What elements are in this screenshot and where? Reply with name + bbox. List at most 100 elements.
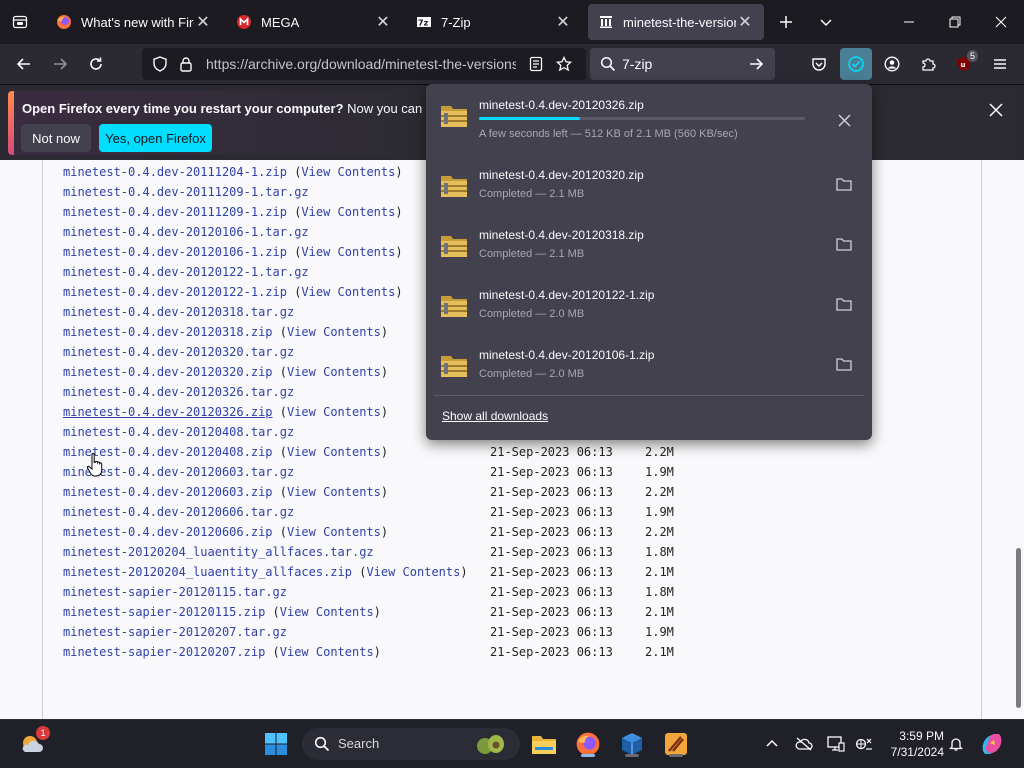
open-app-indicator	[669, 754, 683, 757]
tab-mega[interactable]: MEGA ✕	[226, 4, 402, 40]
system-clock[interactable]: 3:59 PM 7/31/2024	[880, 728, 944, 760]
firefox-taskbar-button[interactable]	[572, 728, 604, 760]
tab-7zip[interactable]: 7z 7-Zip ✕	[406, 4, 582, 40]
list-all-tabs-button[interactable]	[810, 6, 842, 38]
file-explorer-button[interactable]	[528, 728, 560, 760]
shield-icon[interactable]	[152, 56, 168, 72]
show-all-downloads-link[interactable]: Show all downloads	[442, 409, 548, 423]
search-query-text[interactable]: 7-zip	[622, 56, 652, 72]
tab-close-icon[interactable]: ✕	[736, 13, 754, 31]
file-link[interactable]: minetest-0.4.dev-20120606.zip	[63, 525, 273, 539]
download-item[interactable]: minetest-0.4.dev-20120326.zip A few seco…	[426, 84, 872, 144]
show-in-folder-button[interactable]	[832, 232, 856, 256]
yes-open-firefox-button[interactable]: Yes, open Firefox	[99, 124, 212, 152]
new-tab-button[interactable]	[770, 6, 802, 38]
file-link[interactable]: minetest-0.4.dev-20120320.tar.gz	[63, 345, 294, 359]
scrollbar-thumb[interactable]	[1016, 548, 1021, 708]
tab-close-icon[interactable]: ✕	[374, 13, 392, 31]
url-text[interactable]: https://archive.org/download/minetest-th…	[206, 56, 516, 72]
file-link[interactable]: minetest-0.4.dev-20120326.zip	[63, 405, 273, 419]
pocket-button[interactable]	[803, 48, 835, 80]
view-contents-link[interactable]: View Contents	[366, 565, 460, 579]
download-item[interactable]: minetest-0.4.dev-20120320.zip Completed …	[426, 154, 872, 214]
show-in-folder-button[interactable]	[832, 172, 856, 196]
file-link[interactable]: minetest-0.4.dev-20120318.zip	[63, 325, 273, 339]
search-bar[interactable]: 7-zip	[590, 48, 775, 80]
view-contents-link[interactable]: View Contents	[287, 445, 381, 459]
file-link[interactable]: minetest-0.4.dev-20120320.zip	[63, 365, 273, 379]
file-link[interactable]: minetest-sapier-20120115.zip	[63, 605, 265, 619]
file-link[interactable]: minetest-0.4.dev-20120408.tar.gz	[63, 425, 294, 439]
start-button[interactable]	[260, 728, 292, 760]
forward-button[interactable]	[44, 48, 76, 80]
tab-minetest-versions[interactable]: minetest-the-versions ✕	[588, 4, 764, 40]
firefox-view-icon	[12, 15, 28, 29]
ublock-origin-button[interactable]: u 5	[948, 48, 980, 80]
notification-close-button[interactable]	[982, 96, 1010, 124]
address-bar[interactable]: https://archive.org/download/minetest-th…	[142, 48, 586, 80]
taskbar-search[interactable]: Search	[302, 728, 520, 760]
downloads-button[interactable]	[840, 48, 872, 80]
show-hidden-icons-button[interactable]	[756, 728, 788, 760]
view-contents-link[interactable]: View Contents	[287, 365, 381, 379]
file-link[interactable]: minetest-sapier-20120115.tar.gz	[63, 585, 287, 599]
onedrive-tray[interactable]	[788, 728, 820, 760]
file-link[interactable]: minetest-0.4.dev-20111209-1.zip	[63, 205, 287, 219]
weather-widget[interactable]: 1	[16, 726, 50, 760]
download-item[interactable]: minetest-0.4.dev-20120106-1.zip Complete…	[426, 334, 872, 394]
file-link[interactable]: minetest-0.4.dev-20120606.tar.gz	[63, 505, 294, 519]
view-contents-link[interactable]: View Contents	[287, 325, 381, 339]
notifications-button[interactable]	[940, 728, 972, 760]
reader-view-icon[interactable]	[528, 56, 544, 72]
view-contents-link[interactable]: View Contents	[287, 525, 381, 539]
firefox-view-button[interactable]	[4, 6, 36, 38]
file-link[interactable]: minetest-20120204_luaentity_allfaces.zip	[63, 565, 352, 579]
file-link[interactable]: minetest-0.4.dev-20120122-1.tar.gz	[63, 265, 309, 279]
view-contents-link[interactable]: View Contents	[280, 645, 374, 659]
arrow-right-icon[interactable]	[748, 56, 764, 72]
tab-strip: What's new with Firefox ✕ MEGA ✕ 7z 7-Zi…	[0, 0, 1024, 44]
network-tray[interactable]	[848, 728, 880, 760]
extensions-button[interactable]	[912, 48, 944, 80]
file-link[interactable]: minetest-0.4.dev-20120318.tar.gz	[63, 305, 294, 319]
file-link[interactable]: minetest-0.4.dev-20120603.zip	[63, 485, 273, 499]
file-link[interactable]: minetest-sapier-20120207.zip	[63, 645, 265, 659]
restore-button[interactable]	[932, 0, 978, 44]
file-link[interactable]: minetest-20120204_luaentity_allfaces.tar…	[63, 545, 374, 559]
tab-close-icon[interactable]: ✕	[194, 13, 212, 31]
minimize-button[interactable]	[886, 0, 932, 44]
lock-icon[interactable]	[178, 56, 194, 72]
star-bookmark-icon[interactable]	[556, 56, 572, 72]
view-contents-link[interactable]: View Contents	[301, 205, 395, 219]
account-button[interactable]	[876, 48, 908, 80]
file-link[interactable]: minetest-0.4.dev-20120326.tar.gz	[63, 385, 294, 399]
tab-whats-new[interactable]: What's new with Firefox ✕	[46, 4, 222, 40]
file-link[interactable]: minetest-0.4.dev-20120106-1.zip	[63, 245, 287, 259]
view-contents-link[interactable]: View Contents	[301, 245, 395, 259]
view-contents-link[interactable]: View Contents	[301, 165, 395, 179]
download-item[interactable]: minetest-0.4.dev-20120122-1.zip Complete…	[426, 274, 872, 334]
view-contents-link[interactable]: View Contents	[287, 485, 381, 499]
cancel-download-button[interactable]	[832, 108, 856, 132]
file-link[interactable]: minetest-0.4.dev-20120122-1.zip	[63, 285, 287, 299]
view-contents-link[interactable]: View Contents	[287, 405, 381, 419]
reload-button[interactable]	[80, 48, 112, 80]
file-link[interactable]: minetest-sapier-20120207.tar.gz	[63, 625, 287, 639]
menu-button[interactable]	[984, 48, 1016, 80]
not-now-button[interactable]: Not now	[21, 124, 91, 152]
show-in-folder-button[interactable]	[832, 352, 856, 376]
back-button[interactable]	[8, 48, 40, 80]
virtualbox-taskbar-button[interactable]	[616, 728, 648, 760]
file-link[interactable]: minetest-0.4.dev-20111209-1.tar.gz	[63, 185, 309, 199]
close-window-button[interactable]	[978, 0, 1024, 44]
show-in-folder-button[interactable]	[832, 292, 856, 316]
tab-close-icon[interactable]: ✕	[554, 13, 572, 31]
file-link[interactable]: minetest-0.4.dev-20111204-1.zip	[63, 165, 287, 179]
file-link[interactable]: minetest-0.4.dev-20120106-1.tar.gz	[63, 225, 309, 239]
view-contents-link[interactable]: View Contents	[301, 285, 395, 299]
puzzle-icon	[922, 58, 936, 71]
view-contents-link[interactable]: View Contents	[280, 605, 374, 619]
copilot-button[interactable]	[976, 728, 1008, 760]
app-taskbar-button[interactable]	[660, 728, 692, 760]
download-item[interactable]: minetest-0.4.dev-20120318.zip Completed …	[426, 214, 872, 274]
